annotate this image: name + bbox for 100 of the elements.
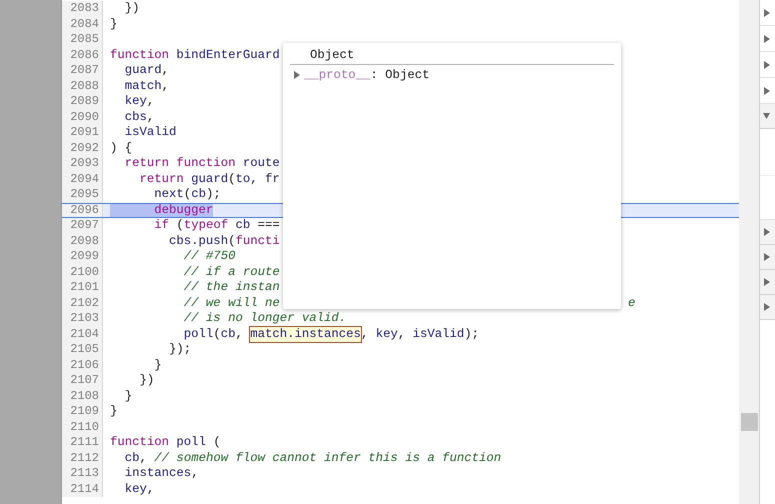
scrollbar-thumb[interactable] xyxy=(741,413,758,431)
line-number[interactable]: 2106 xyxy=(62,358,103,373)
line-number[interactable]: 2086 xyxy=(62,48,103,63)
code-token: , xyxy=(250,172,259,187)
code-token: guard xyxy=(190,172,228,187)
code-token: cbs.push xyxy=(168,234,228,249)
line-number[interactable]: 2083 xyxy=(62,1,103,16)
line-number[interactable]: 2087 xyxy=(62,63,103,78)
line-number[interactable]: 2105 xyxy=(62,342,103,358)
line-number[interactable]: 2097 xyxy=(62,218,103,234)
expand-arrow-icon[interactable] xyxy=(763,8,770,16)
line-number[interactable]: 2104 xyxy=(62,326,103,342)
expand-arrow-icon[interactable] xyxy=(293,71,300,79)
code-token: e xyxy=(628,296,636,311)
expand-arrow-icon[interactable] xyxy=(763,34,770,42)
code-token: , xyxy=(162,78,170,94)
code-token: instances xyxy=(124,466,192,482)
collapse-arrow-icon[interactable] xyxy=(763,112,770,120)
code-token: // if a route xyxy=(182,264,280,280)
code-token: ); xyxy=(206,187,221,202)
code-token: key xyxy=(376,326,398,342)
line-number[interactable]: 2092 xyxy=(62,140,103,156)
line-number[interactable]: 2089 xyxy=(62,94,103,110)
line-number[interactable]: 2109 xyxy=(62,404,103,420)
code-token: , xyxy=(146,482,154,497)
line-number[interactable]: 2099 xyxy=(62,249,103,264)
code-token: ( xyxy=(175,218,184,234)
code-token: }) xyxy=(138,373,154,388)
code-token: match xyxy=(124,78,162,94)
code-token: poll xyxy=(175,435,206,450)
code-token: debugger xyxy=(153,202,214,216)
line-number[interactable]: 2088 xyxy=(62,78,103,94)
line-number[interactable]: 2110 xyxy=(62,420,103,435)
code-token: ( xyxy=(228,234,236,249)
code-token: route xyxy=(242,156,280,172)
code-token: poll xyxy=(182,326,214,342)
code-token: cb xyxy=(220,326,236,342)
expand-arrow-icon[interactable] xyxy=(763,303,770,311)
code-token: cbs xyxy=(124,110,147,125)
line-number[interactable]: 2084 xyxy=(62,16,103,32)
code-token: } xyxy=(110,16,118,32)
code-token: , xyxy=(398,326,406,342)
property-name[interactable]: __proto__ xyxy=(304,68,370,82)
hovered-expression: match.instances xyxy=(250,326,361,342)
property-value: : Object xyxy=(370,68,430,82)
line-number[interactable]: 2085 xyxy=(62,32,103,48)
line-number[interactable]: 2111 xyxy=(62,435,103,450)
line-number[interactable]: 2090 xyxy=(62,110,103,125)
code-token: typeof xyxy=(184,218,228,234)
line-number[interactable]: 2107 xyxy=(62,373,103,388)
code-token: if xyxy=(153,218,170,234)
line-number[interactable]: 2113 xyxy=(62,466,103,482)
code-token: cb xyxy=(124,450,140,466)
code-token: to xyxy=(235,172,250,187)
code-token: next xyxy=(153,187,184,202)
code-token: function xyxy=(110,435,170,450)
code-token: fr xyxy=(265,172,280,187)
line-number[interactable]: 2100 xyxy=(62,264,103,280)
code-token: bindEnterGuard xyxy=(175,48,280,63)
code-token: cb xyxy=(234,218,250,234)
line-number[interactable]: 2098 xyxy=(62,234,103,249)
code-token: ( xyxy=(184,187,192,202)
line-number[interactable]: 2094 xyxy=(62,172,103,187)
line-number[interactable]: 2102 xyxy=(62,296,103,311)
line-number[interactable]: 2095 xyxy=(62,187,103,202)
code-token: guard xyxy=(124,63,162,78)
line-number[interactable]: 2103 xyxy=(62,311,103,326)
code-token: , xyxy=(146,94,154,110)
line-number[interactable]: 2101 xyxy=(62,280,103,296)
code-token: isValid xyxy=(412,326,464,342)
code-token: } xyxy=(110,404,118,420)
line-number[interactable]: 2112 xyxy=(62,450,103,466)
expand-arrow-icon[interactable] xyxy=(763,228,770,236)
line-number[interactable]: 2091 xyxy=(62,125,103,140)
code-token: // somehow flow cannot infer this is a function xyxy=(154,450,502,466)
popover-title: Object xyxy=(290,47,614,65)
code-token: ( xyxy=(212,435,221,450)
code-token: isValid xyxy=(124,125,176,140)
code-token: , xyxy=(146,110,154,125)
code-token: } xyxy=(153,358,162,373)
expand-arrow-icon[interactable] xyxy=(763,86,770,94)
line-number[interactable]: 2114 xyxy=(62,482,103,497)
code-token: , xyxy=(162,63,170,78)
code-token: }); xyxy=(168,342,192,358)
code-token: cb xyxy=(191,187,206,202)
expand-arrow-icon[interactable] xyxy=(763,253,770,261)
expand-arrow-icon[interactable] xyxy=(763,60,770,68)
code-token: key xyxy=(124,482,147,497)
code-token: }) xyxy=(124,1,140,16)
code-token: ) { xyxy=(110,140,132,156)
line-number[interactable]: 2108 xyxy=(62,388,103,404)
code-token: // the instan xyxy=(182,280,280,296)
code-token: functi xyxy=(235,234,280,249)
code-token: return function xyxy=(124,156,236,172)
line-number[interactable]: 2093 xyxy=(62,156,103,172)
code-token: // is no longer valid. xyxy=(182,311,346,326)
code-token: , xyxy=(360,326,370,342)
code-token: , xyxy=(235,326,244,342)
expand-arrow-icon[interactable] xyxy=(763,278,770,286)
line-number[interactable]: 2096 xyxy=(62,204,103,217)
